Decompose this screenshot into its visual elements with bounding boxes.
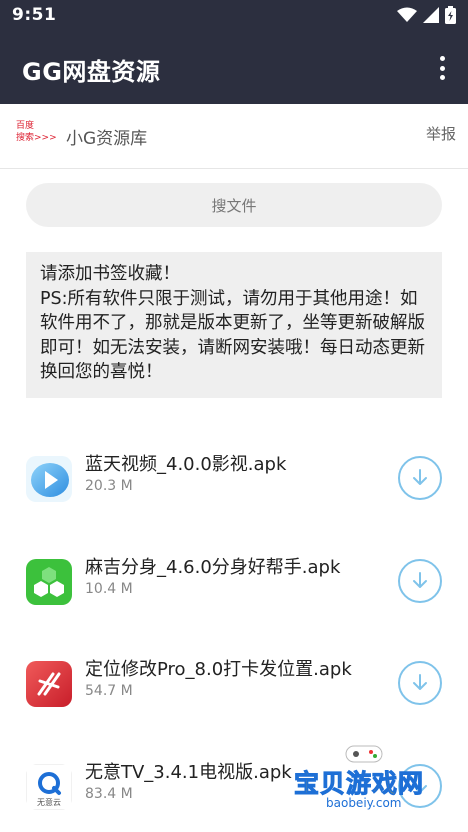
gamepad-icon bbox=[345, 745, 383, 763]
list-item[interactable]: 麻吉分身_4.6.0分身好帮手.apk 10.4 M bbox=[0, 545, 468, 625]
status-bar: 9:51 bbox=[0, 0, 468, 32]
file-name: 定位修改Pro_8.0打卡发位置.apk bbox=[85, 659, 352, 680]
file-size: 20.3 M bbox=[85, 478, 133, 494]
notice-line-2: PS:所有软件只限于测试，请勿用于其他用途！如软件用不了，那就是版本更新了，坐等… bbox=[40, 288, 425, 383]
hexagon-app-icon bbox=[26, 559, 72, 605]
watermark: 宝贝游戏网 baobeiy.com bbox=[292, 740, 442, 832]
status-time: 9:51 bbox=[12, 5, 57, 25]
download-icon[interactable] bbox=[398, 559, 442, 603]
logo-line1: 百度 bbox=[16, 121, 35, 131]
site-name: 小G资源库 bbox=[66, 129, 148, 149]
play-app-icon bbox=[26, 456, 72, 502]
download-icon[interactable] bbox=[398, 456, 442, 500]
file-name: 无意TV_3.4.1电视版.apk bbox=[85, 762, 292, 783]
file-name: 麻吉分身_4.6.0分身好帮手.apk bbox=[85, 557, 341, 578]
report-link[interactable]: 举报 bbox=[426, 123, 456, 144]
file-size: 83.4 M bbox=[85, 786, 133, 802]
file-size: 54.7 M bbox=[85, 683, 133, 699]
app-bar: GG网盘资源 bbox=[0, 32, 468, 104]
search-files-button[interactable]: 搜文件 bbox=[26, 183, 442, 227]
search-label: 搜文件 bbox=[211, 196, 257, 215]
wifi-icon bbox=[397, 7, 417, 22]
watermark-url: baobeiy.com bbox=[326, 796, 402, 810]
download-icon[interactable] bbox=[398, 661, 442, 705]
baidu-search-logo[interactable]: 百度 搜索>>> bbox=[16, 120, 62, 144]
signal-icon bbox=[423, 7, 439, 23]
notice-line-1: 请添加书签收藏！ bbox=[40, 264, 180, 284]
more-vert-icon[interactable] bbox=[430, 54, 454, 82]
site-header: 百度 搜索>>> 小G资源库 举报 bbox=[0, 104, 468, 169]
svg-text:无意云: 无意云 bbox=[37, 797, 61, 807]
tv-app-icon: 无意云 bbox=[26, 764, 72, 810]
notice-box: 请添加书签收藏！ PS:所有软件只限于测试，请勿用于其他用途！如软件用不了，那就… bbox=[26, 252, 442, 398]
logo-line2: 搜索>>> bbox=[16, 133, 57, 143]
list-item[interactable]: 蓝天视频_4.0.0影视.apk 20.3 M bbox=[0, 442, 468, 522]
battery-icon bbox=[445, 6, 456, 24]
location-app-icon bbox=[26, 661, 72, 707]
list-item[interactable]: 定位修改Pro_8.0打卡发位置.apk 54.7 M bbox=[0, 647, 468, 727]
file-size: 10.4 M bbox=[85, 581, 133, 597]
file-name: 蓝天视频_4.0.0影视.apk bbox=[85, 454, 287, 475]
watermark-text: 宝贝游戏网 bbox=[293, 769, 425, 799]
app-title: GG网盘资源 bbox=[22, 58, 161, 86]
status-icons bbox=[397, 6, 456, 24]
